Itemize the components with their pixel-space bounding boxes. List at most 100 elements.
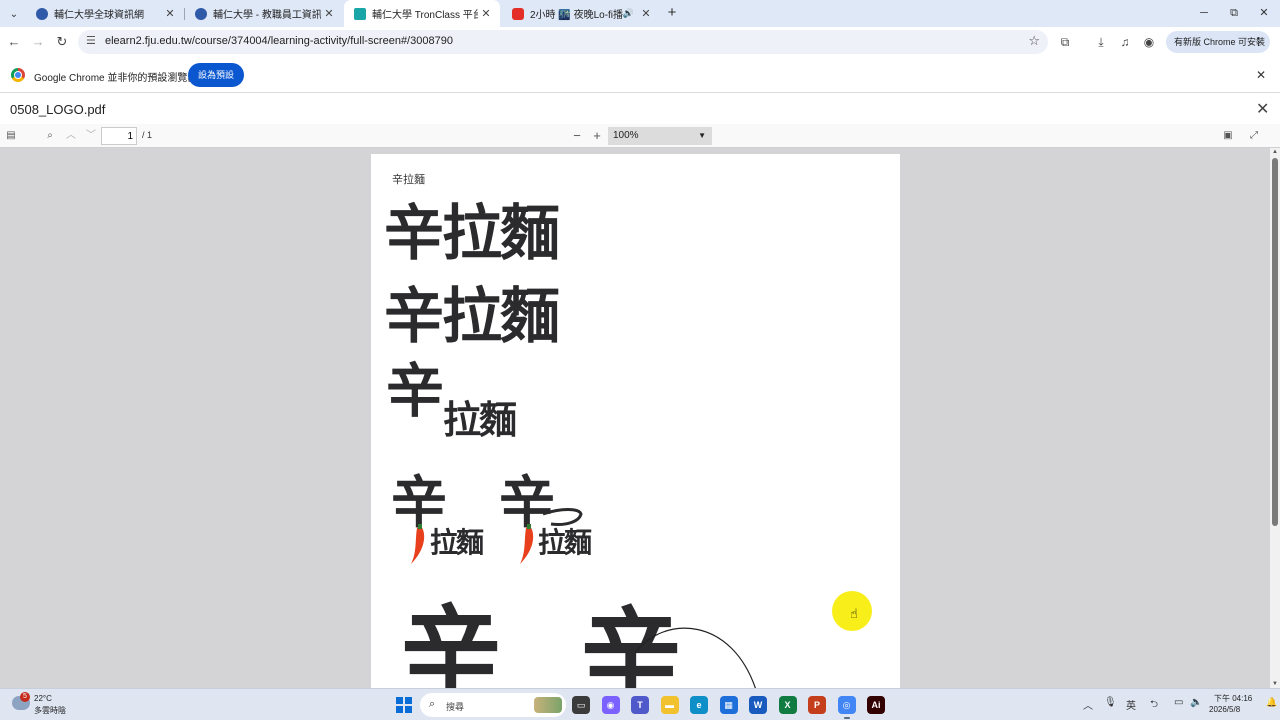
- taskbar-app-excel-icon[interactable]: X: [778, 696, 797, 714]
- ime-indicator[interactable]: 英: [1126, 697, 1136, 712]
- site-info-icon[interactable]: ☰: [86, 34, 96, 47]
- ime-mode-icon[interactable]: ⮌: [1150, 697, 1158, 714]
- taskbar-app-file-explorer-icon[interactable]: ▬: [660, 696, 679, 714]
- page-number-input[interactable]: [101, 127, 137, 145]
- clock-time[interactable]: 下午 04:16: [1214, 693, 1252, 704]
- tab-title: 輔仁大學 TronClass 平台: [372, 10, 478, 21]
- taskbar-app-store-icon[interactable]: ▦: [719, 696, 738, 714]
- chevron-down-icon: ⌄: [9, 8, 19, 20]
- tab-strip: ⌄ 輔仁大學全球資訊網 ✕ 輔仁大學 - 教職員工資訊入口網 ✕ 輔仁大學 Tr…: [0, 0, 1280, 27]
- close-viewer-icon[interactable]: ✕: [1256, 99, 1269, 119]
- fullscreen-icon[interactable]: ⤢: [1246, 128, 1262, 144]
- chrome-update-button[interactable]: 有新版 Chrome 可安裝 ⋮: [1166, 31, 1270, 53]
- pdf-canvas[interactable]: 辛拉麵 辛拉麵 辛拉麵 辛 拉麵 辛 拉麵 辛 拉麵 辛 辛: [0, 148, 1270, 688]
- tab-close-icon[interactable]: ✕: [638, 7, 654, 20]
- taskbar-app-copilot-icon[interactable]: ◉: [601, 696, 620, 714]
- scroll-thumb[interactable]: [1272, 158, 1278, 526]
- zoom-select[interactable]: 100% ▼: [608, 127, 712, 145]
- microphone-icon[interactable]: 🎙: [1104, 697, 1117, 708]
- youtube-icon: [512, 7, 524, 20]
- mouse-pointer-icon: ☝: [850, 606, 858, 621]
- profile-icon[interactable]: ◉: [1140, 33, 1158, 51]
- taskbar-app-file-viewer-icon[interactable]: ▭: [572, 696, 590, 714]
- search-placeholder: 搜尋: [446, 702, 465, 712]
- tab-youtube-lofi[interactable]: 2小時 🌃 夜晚Lo-fi播放清單 🔊 ✕: [502, 0, 660, 27]
- forward-arrow-icon[interactable]: →: [29, 33, 47, 51]
- tray-overflow-icon[interactable]: ︿: [1083, 697, 1093, 712]
- update-label: 有新版 Chrome 可安裝: [1174, 37, 1266, 47]
- address-bar[interactable]: ☰ elearn2.fju.edu.tw/course/374004/learn…: [78, 30, 1048, 54]
- tab-close-icon[interactable]: ✕: [162, 7, 178, 20]
- previous-page-icon[interactable]: ︿: [63, 128, 79, 144]
- taskbar-app-edge-icon[interactable]: e: [690, 696, 708, 714]
- volume-icon[interactable]: 🔈: [1190, 697, 1202, 708]
- default-browser-infobar: Google Chrome 並非你的預設瀏覽器 設為預設 ✕: [0, 57, 1280, 93]
- tab-title: 輔仁大學 - 教職員工資訊入口網: [213, 10, 321, 21]
- presentation-mode-icon[interactable]: ▣: [1220, 128, 1236, 144]
- tab-search-button[interactable]: ⌄: [4, 4, 24, 24]
- scroll-down-icon[interactable]: ▼: [1270, 681, 1280, 687]
- taskbar-app-word-icon[interactable]: W: [749, 696, 767, 714]
- search-icon: ⌕: [429, 698, 436, 710]
- infobar-close-icon[interactable]: ✕: [1256, 68, 1266, 82]
- logo-v5a-big-char: 辛: [401, 595, 501, 689]
- tab-fju-portal[interactable]: 輔仁大學全球資訊網 ✕: [26, 0, 184, 27]
- taskbar-app-powerpoint-icon[interactable]: P: [808, 696, 826, 714]
- minimize-button[interactable]: ─: [1189, 0, 1219, 27]
- taskbar-search[interactable]: ⌕ 搜尋: [420, 693, 566, 717]
- zoom-in-icon[interactable]: +: [589, 128, 605, 144]
- taskbar-app-illustrator-icon[interactable]: Ai: [867, 696, 885, 714]
- back-arrow-icon[interactable]: ←: [5, 33, 23, 51]
- bowl-outline-arc: [634, 627, 756, 688]
- network-icon[interactable]: ▭: [1174, 697, 1183, 708]
- next-page-icon[interactable]: ﹀: [83, 128, 99, 144]
- weather-badge: 5: [20, 692, 30, 702]
- tab-close-icon[interactable]: ✕: [321, 7, 337, 20]
- tab-close-icon[interactable]: ✕: [478, 7, 494, 20]
- bookmark-star-icon[interactable]: ☆: [1028, 33, 1040, 49]
- zoom-value: 100%: [613, 130, 639, 141]
- taskbar-app-teams-icon[interactable]: T: [631, 696, 649, 714]
- clock-date[interactable]: 2026/5/8: [1209, 705, 1240, 714]
- url-text[interactable]: elearn2.fju.edu.tw/course/374004/learnin…: [105, 35, 453, 47]
- chrome-logo-icon: [11, 68, 25, 82]
- taskbar-app-chrome-icon[interactable]: ◎: [837, 696, 856, 719]
- zoom-out-icon[interactable]: −: [569, 128, 585, 144]
- sidebar-toggle-icon[interactable]: ▤: [3, 128, 19, 144]
- logo-v3-small-text: 拉麵: [443, 398, 517, 442]
- weather-temperature: 22°C: [34, 694, 52, 703]
- more-menu-icon[interactable]: ⋮: [1253, 31, 1264, 53]
- scroll-up-icon[interactable]: ▲: [1270, 149, 1280, 155]
- extensions-icon[interactable]: ⧉: [1056, 33, 1074, 51]
- tab-tronclass[interactable]: 輔仁大學 TronClass 平台 ✕: [344, 0, 500, 27]
- speaker-icon[interactable]: 🔊: [623, 8, 634, 19]
- reload-icon[interactable]: ↻: [53, 33, 71, 51]
- restore-button[interactable]: ⧉: [1219, 0, 1249, 27]
- page-caption: 辛拉麵: [392, 174, 425, 186]
- weather-description: 多雲時陰: [34, 706, 66, 715]
- logo-v4a-small-text: 拉麵: [430, 526, 484, 559]
- new-tab-button[interactable]: +: [663, 4, 681, 22]
- chili-pepper-icon: [520, 524, 534, 564]
- tronclass-icon: [354, 7, 366, 20]
- page-total: / 1: [142, 130, 153, 140]
- search-highlight-image: [534, 697, 562, 713]
- windows-taskbar: 5 22°C 多雲時陰 ⌕ 搜尋 ▭ ◉ T ▬ e ▦ W X P ◎ Ai ︿ 🎙 英 ⮌ ▭ …: [0, 688, 1280, 720]
- tab-fju-staff-portal[interactable]: 輔仁大學 - 教職員工資訊入口網 ✕: [185, 0, 343, 27]
- tab-title: 輔仁大學全球資訊網: [54, 10, 144, 21]
- logo-v4b-small-text: 拉麵: [538, 526, 592, 559]
- download-icon[interactable]: ⤓: [1092, 33, 1110, 51]
- windows-start-icon[interactable]: [396, 697, 412, 713]
- shield-icon: [195, 7, 207, 20]
- search-icon[interactable]: ⌕: [42, 128, 58, 144]
- window-close-button[interactable]: ✕: [1249, 0, 1279, 27]
- browser-toolbar: ← → ↻ ☰ elearn2.fju.edu.tw/course/374004…: [0, 27, 1280, 57]
- logo-wordmark-1: 辛拉麵: [384, 199, 560, 269]
- notification-bell-icon[interactable]: 🔔: [1266, 697, 1277, 708]
- vertical-scrollbar[interactable]: ▲ ▼: [1270, 148, 1280, 688]
- pdf-page: 辛拉麵 辛拉麵 辛拉麵 辛 拉麵 辛 拉麵 辛 拉麵 辛 辛: [371, 154, 900, 688]
- infobar-message: Google Chrome 並非你的預設瀏覽器: [34, 73, 198, 84]
- document-title: 0508_LOGO.pdf: [10, 102, 106, 117]
- media-control-icon[interactable]: ♫: [1116, 33, 1134, 51]
- set-default-button[interactable]: 設為預設: [188, 63, 244, 87]
